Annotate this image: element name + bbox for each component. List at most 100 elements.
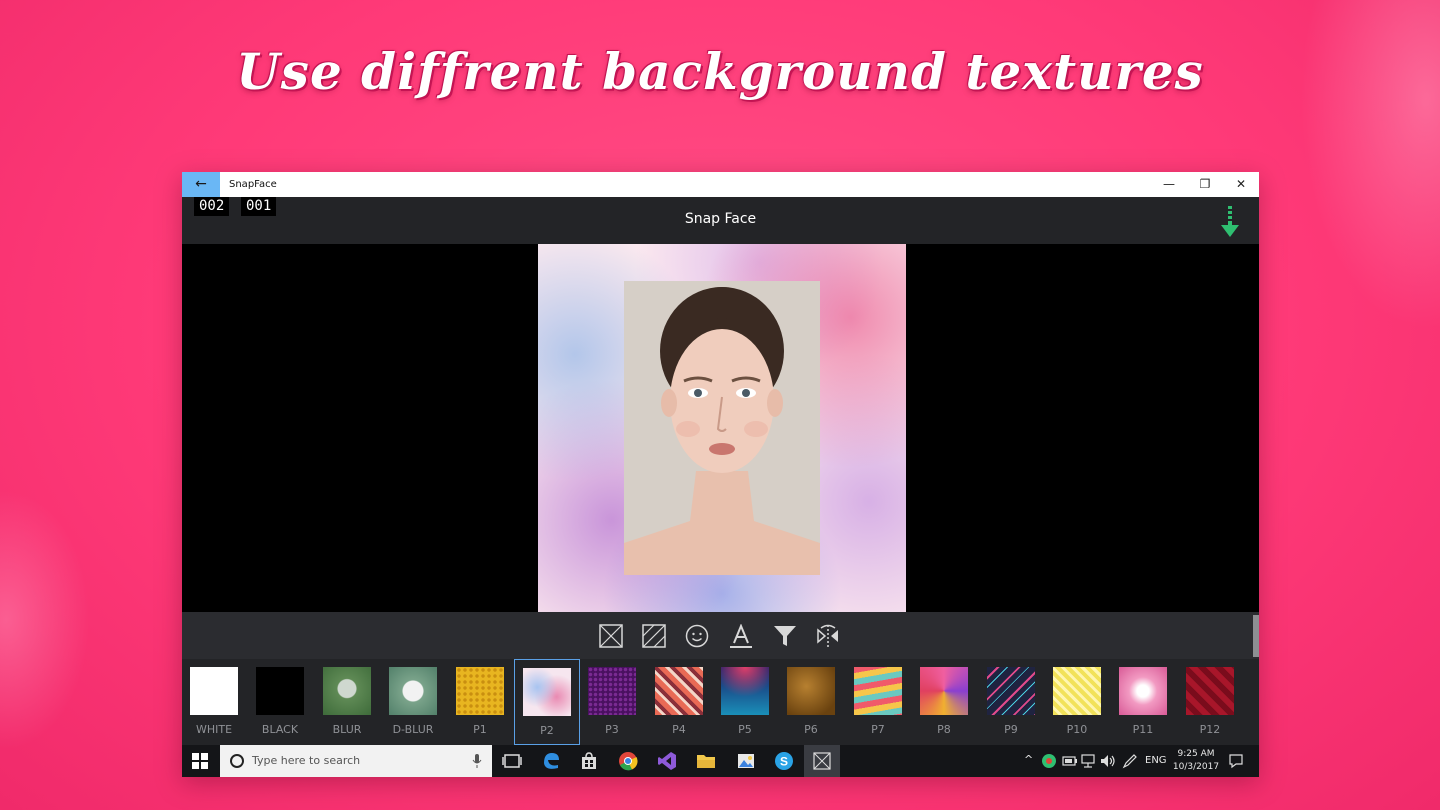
active-app-highlight[interactable] xyxy=(804,745,840,777)
back-arrow-icon: ← xyxy=(195,176,207,192)
texture-swatch xyxy=(987,667,1035,715)
app-window: ← SnapFace — ❐ ✕ 002 001 Snap Face WHITE… xyxy=(182,172,1259,777)
texture-swatch xyxy=(655,667,703,715)
notifications-icon[interactable] xyxy=(1228,753,1244,769)
language-indicator[interactable]: ENG xyxy=(1145,755,1167,766)
texture-label: P1 xyxy=(473,723,487,736)
texture-label: P10 xyxy=(1066,723,1088,736)
security-icon[interactable] xyxy=(1041,753,1057,769)
app-title: Snap Face xyxy=(684,211,757,227)
texture-swatch xyxy=(256,667,304,715)
chrome-icon[interactable] xyxy=(618,751,638,771)
texture-label: P4 xyxy=(672,723,686,736)
texture-swatch xyxy=(1186,667,1234,715)
texture-option-p6[interactable]: P6 xyxy=(779,659,845,745)
volume-icon[interactable] xyxy=(1100,754,1116,768)
text-icon[interactable] xyxy=(729,624,753,648)
promo-headline: Use diffrent background textures xyxy=(236,42,1204,101)
minimize-button[interactable]: — xyxy=(1151,172,1187,197)
texture-option-blur[interactable]: BLUR xyxy=(315,659,381,745)
texture-option-p2[interactable]: P2 xyxy=(514,659,580,745)
texture-label: P8 xyxy=(937,723,951,736)
close-button[interactable]: ✕ xyxy=(1223,172,1259,197)
texture-icon[interactable] xyxy=(642,624,666,648)
texture-swatch xyxy=(456,667,504,715)
svg-text:S: S xyxy=(780,755,788,769)
windows-start-icon[interactable] xyxy=(192,753,208,769)
texture-label: P9 xyxy=(1004,723,1018,736)
texture-option-p1[interactable]: P1 xyxy=(448,659,514,745)
portrait-photo[interactable] xyxy=(624,281,820,575)
filter-icon[interactable] xyxy=(773,624,797,648)
taskbar-search-box[interactable]: Type here to search xyxy=(220,745,492,777)
texture-background xyxy=(538,244,906,612)
texture-swatch xyxy=(523,668,571,716)
texture-label: D-BLUR xyxy=(392,723,434,736)
texture-label: WHITE xyxy=(195,723,233,736)
window-title: SnapFace xyxy=(229,179,277,190)
texture-option-white[interactable]: WHITE xyxy=(182,659,248,745)
file-explorer-icon[interactable] xyxy=(696,751,716,771)
back-button[interactable]: ← xyxy=(182,172,220,197)
editor-canvas[interactable] xyxy=(182,244,1259,612)
texture-label: P2 xyxy=(540,724,554,737)
texture-label: P11 xyxy=(1132,723,1154,736)
emoji-icon[interactable] xyxy=(685,624,709,648)
texture-option-p3[interactable]: P3 xyxy=(580,659,646,745)
texture-label: P12 xyxy=(1199,723,1221,736)
task-view-icon[interactable] xyxy=(502,751,522,771)
search-placeholder: Type here to search xyxy=(252,754,361,767)
photos-icon[interactable] xyxy=(736,751,756,771)
pen-icon[interactable] xyxy=(1122,753,1138,769)
flip-icon[interactable] xyxy=(816,624,840,648)
texture-label: BLUR xyxy=(332,723,362,736)
windows-taskbar: Type here to search S ^ ENG 9:25 AM 10/3… xyxy=(182,745,1259,777)
tray-chevron-icon[interactable]: ^ xyxy=(1024,753,1033,766)
cortana-icon xyxy=(230,754,244,768)
restore-button[interactable]: ❐ xyxy=(1187,172,1223,197)
texture-option-p7[interactable]: P7 xyxy=(846,659,912,745)
texture-option-p9[interactable]: P9 xyxy=(979,659,1045,745)
texture-option-p8[interactable]: P8 xyxy=(912,659,978,745)
network-icon[interactable] xyxy=(1081,754,1097,768)
texture-swatch xyxy=(721,667,769,715)
texture-option-black[interactable]: BLACK xyxy=(248,659,314,745)
texture-swatch xyxy=(190,667,238,715)
texture-swatch xyxy=(323,667,371,715)
microphone-icon[interactable] xyxy=(472,754,482,768)
scrollbar-thumb[interactable] xyxy=(1253,615,1259,657)
texture-option-p11[interactable]: P11 xyxy=(1111,659,1177,745)
visual-studio-icon[interactable] xyxy=(657,751,677,771)
texture-option-p4[interactable]: P4 xyxy=(647,659,713,745)
texture-option-p10[interactable]: P10 xyxy=(1045,659,1111,745)
texture-option-d-blur[interactable]: D-BLUR xyxy=(381,659,447,745)
texture-label: BLACK xyxy=(261,723,299,736)
battery-icon[interactable] xyxy=(1062,754,1078,768)
texture-label: P3 xyxy=(605,723,619,736)
clock-date[interactable]: 10/3/2017 xyxy=(1171,762,1221,772)
texture-swatch xyxy=(854,667,902,715)
background-splash xyxy=(0,490,90,750)
download-arrow-icon[interactable] xyxy=(1219,206,1241,238)
title-bar: ← SnapFace — ❐ ✕ xyxy=(182,172,1259,197)
texture-label: P5 xyxy=(738,723,752,736)
texture-option-p5[interactable]: P5 xyxy=(713,659,779,745)
texture-swatch xyxy=(389,667,437,715)
snapface-app-icon xyxy=(813,752,831,770)
clock-time[interactable]: 9:25 AM xyxy=(1176,749,1216,759)
tool-bar xyxy=(182,612,1259,659)
texture-swatch xyxy=(1119,667,1167,715)
texture-option-p12[interactable]: P12 xyxy=(1178,659,1244,745)
texture-swatch xyxy=(787,667,835,715)
texture-swatch xyxy=(920,667,968,715)
app-header: 002 001 Snap Face xyxy=(182,197,1259,244)
frame-icon[interactable] xyxy=(599,624,623,648)
texture-swatch xyxy=(1053,667,1101,715)
texture-label: P6 xyxy=(804,723,818,736)
skype-icon[interactable]: S xyxy=(774,751,794,771)
texture-swatch xyxy=(588,667,636,715)
store-icon[interactable] xyxy=(579,751,599,771)
edge-browser-icon[interactable] xyxy=(541,751,561,771)
texture-label: P7 xyxy=(871,723,885,736)
portrait-image xyxy=(624,281,820,575)
